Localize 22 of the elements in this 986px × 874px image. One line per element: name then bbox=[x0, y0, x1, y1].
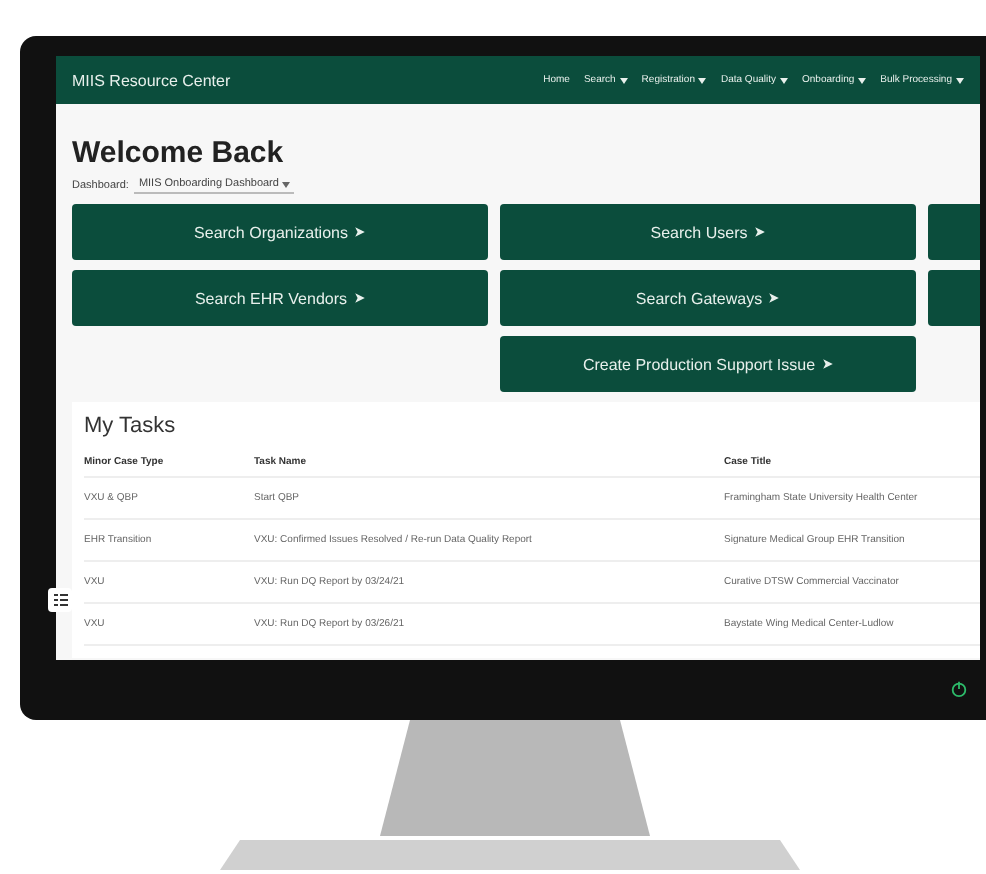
arrow-icon bbox=[753, 226, 766, 238]
action-button[interactable]: Search Gateways bbox=[500, 270, 916, 326]
arrow-icon bbox=[353, 292, 366, 304]
caret-icon bbox=[619, 77, 628, 83]
list-icon bbox=[53, 594, 67, 606]
card-title: My Tasks bbox=[84, 414, 178, 438]
caret-icon bbox=[858, 77, 867, 83]
page-heading: Welcome Back bbox=[72, 136, 286, 170]
caret-icon bbox=[698, 77, 707, 83]
app-title: MIIS Resource Center bbox=[72, 71, 231, 89]
action-button[interactable]: Create Production Support Issue bbox=[500, 336, 916, 392]
list-toggle-button[interactable] bbox=[48, 588, 72, 612]
caret-icon bbox=[282, 181, 291, 187]
arrow-icon bbox=[353, 226, 366, 238]
action-button[interactable]: Search Users bbox=[500, 204, 916, 260]
arrow-icon bbox=[821, 358, 834, 370]
power-icon bbox=[950, 679, 968, 697]
caret-icon bbox=[780, 77, 788, 83]
arrow-icon bbox=[768, 292, 781, 304]
caret-icon bbox=[956, 77, 964, 83]
action-button[interactable]: Search EHR Vendors bbox=[72, 270, 488, 326]
action-button[interactable]: Search Organizations bbox=[72, 204, 488, 260]
